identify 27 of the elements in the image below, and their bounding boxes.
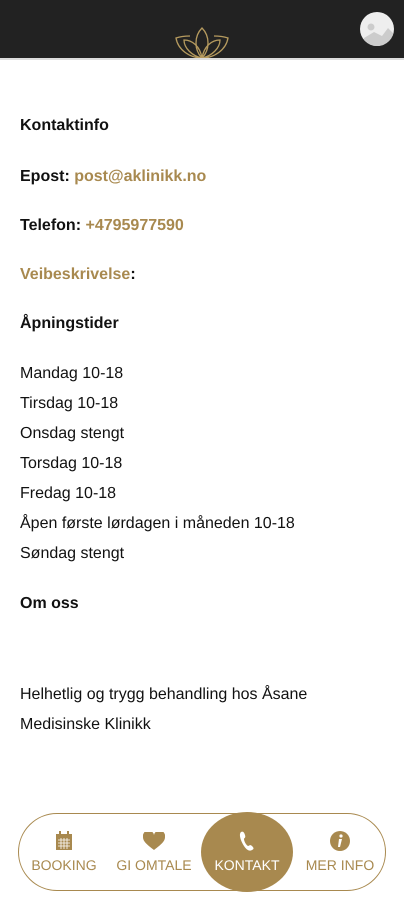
hours-line: Tirsdag 10-18 [20, 394, 120, 414]
lotus-logo [174, 26, 230, 58]
field-label: Telefon: [20, 217, 82, 234]
nav-tab[interactable]: KONTAKT [201, 812, 293, 892]
colon-label: : [130, 266, 136, 283]
avatar-icon[interactable] [360, 12, 394, 46]
contact-link[interactable]: +4795977590 [85, 217, 184, 234]
phone-icon [238, 831, 256, 851]
hours-line: Søndag stengt [20, 544, 126, 564]
hours-line: Onsdag stengt [20, 424, 126, 444]
nav-tab[interactable]: GI OMTALE [111, 814, 197, 890]
heart-icon [143, 832, 165, 850]
info-icon [330, 831, 350, 851]
hours-line: Torsdag 10-18 [20, 454, 124, 474]
section-heading: Åpningstider [20, 314, 120, 334]
hours-line: Åpen første lørdagen i måneden 10-18 [20, 513, 296, 534]
section-heading: Kontaktinfo [20, 116, 110, 136]
section-heading: Om oss [20, 594, 80, 614]
hours-line: Mandag 10-18 [20, 364, 124, 384]
calendar-icon [55, 831, 73, 851]
about-paragraph: Helhetlig og trygg behandling hos Åsane Medisinske Klinikk [20, 684, 308, 735]
directions-link[interactable]: Veibeskrivelse [20, 266, 130, 283]
hours-line: Fredag 10-18 [20, 484, 118, 504]
field-label: Epost: [20, 168, 70, 185]
nav-tab[interactable]: BOOKING [21, 814, 107, 890]
nav-tab[interactable]: MER INFO [297, 814, 383, 890]
contact-link[interactable]: post@aklinikk.no [74, 168, 206, 185]
